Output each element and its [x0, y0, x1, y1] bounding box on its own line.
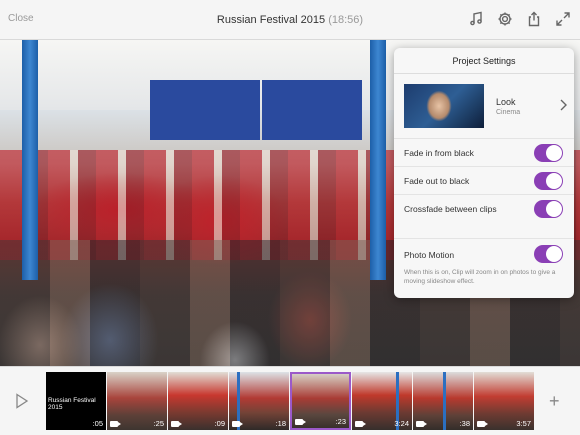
preview-pole — [370, 40, 386, 280]
fade-out-toggle[interactable] — [534, 172, 563, 190]
toggle-knob — [546, 173, 562, 189]
photo-motion-row: Photo Motion When this is on, Clip will … — [394, 238, 574, 294]
clip-duration: :23 — [335, 417, 346, 426]
clip-thumbnail[interactable]: :18 — [229, 372, 289, 430]
clip-thumbnail[interactable]: :38 — [413, 372, 473, 430]
clip-duration: :25 — [153, 419, 164, 428]
photo-motion-toggle[interactable] — [534, 245, 563, 263]
video-camera-icon — [232, 421, 243, 427]
look-row[interactable]: Look Cinema — [394, 82, 574, 130]
clip-pole — [443, 372, 446, 430]
clip-thumbnail[interactable]: 3:57 — [474, 372, 534, 430]
fade-in-toggle[interactable] — [534, 144, 563, 162]
look-label: Look — [496, 97, 516, 107]
clip-thumbnail[interactable]: Russian Festival 2015 :05 — [46, 372, 106, 430]
crossfade-row: Crossfade between clips — [394, 194, 574, 222]
preview-pole — [22, 40, 38, 280]
preview-curtain — [262, 80, 362, 140]
fade-in-row: Fade in from black — [394, 138, 574, 166]
clip-strip: Russian Festival 2015 :05 :25 :09 :18 :2… — [46, 372, 536, 430]
fade-out-label: Fade out to black — [404, 176, 470, 186]
clip-duration: :18 — [275, 419, 286, 428]
clip-duration: :09 — [214, 419, 225, 428]
clip-thumbnail-selected[interactable]: :23 — [290, 372, 351, 430]
clip-duration: :05 — [92, 419, 103, 428]
top-bar: Close Russian Festival 2015 (18:56) — [0, 0, 580, 40]
video-camera-icon — [355, 421, 366, 427]
preview-curtain — [150, 80, 260, 140]
clip-thumbnail[interactable]: :25 — [107, 372, 167, 430]
video-camera-icon — [295, 419, 306, 425]
video-camera-icon — [171, 421, 182, 427]
add-clip-button[interactable]: + — [549, 391, 560, 412]
video-camera-icon — [416, 421, 427, 427]
fade-in-label: Fade in from black — [404, 148, 474, 158]
project-duration: (18:56) — [328, 14, 364, 26]
gear-icon[interactable] — [496, 10, 514, 28]
clip-duration: :38 — [459, 419, 470, 428]
music-icon[interactable] — [467, 10, 485, 28]
clip-duration: 3:57 — [516, 419, 531, 428]
play-icon[interactable] — [15, 393, 29, 409]
project-settings-panel: Project Settings Look Cinema Fade in fro… — [394, 48, 574, 298]
clip-thumbnail[interactable]: :09 — [168, 372, 228, 430]
photo-motion-description: When this is on, Clip will zoom in on ph… — [404, 269, 556, 285]
expand-icon[interactable] — [554, 10, 572, 28]
toggle-knob — [546, 145, 562, 161]
chevron-right-icon — [558, 98, 568, 112]
clip-timeline: Russian Festival 2015 :05 :25 :09 :18 :2… — [0, 366, 580, 435]
clip-thumbnail[interactable]: 3:24 — [352, 372, 412, 430]
video-camera-icon — [110, 421, 121, 427]
toggle-knob — [546, 201, 562, 217]
fade-out-row: Fade out to black — [394, 166, 574, 194]
look-thumbnail — [404, 84, 484, 128]
video-camera-icon — [477, 421, 488, 427]
settings-title: Project Settings — [394, 48, 574, 74]
crossfade-label: Crossfade between clips — [404, 204, 497, 214]
clip-title-text: Russian Festival 2015 — [48, 397, 96, 411]
photo-motion-label: Photo Motion — [404, 250, 455, 260]
share-icon[interactable] — [525, 10, 543, 28]
toggle-knob — [546, 246, 562, 262]
clip-duration: 3:24 — [394, 419, 409, 428]
crossfade-toggle[interactable] — [534, 200, 563, 218]
look-value: Cinema — [496, 109, 521, 116]
project-title-text: Russian Festival 2015 — [216, 14, 326, 26]
